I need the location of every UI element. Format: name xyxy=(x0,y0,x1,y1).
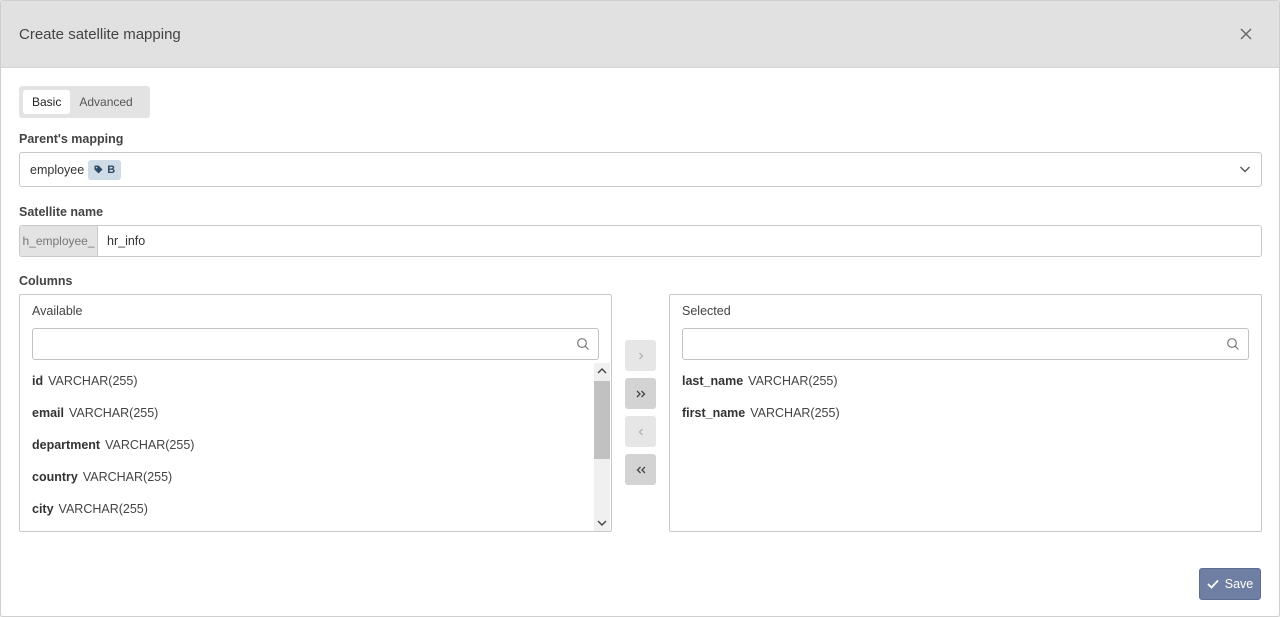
parent-mapping-select[interactable]: employee B xyxy=(19,152,1262,187)
list-item[interactable]: city VARCHAR(255) xyxy=(32,493,593,525)
column-name: email xyxy=(32,406,64,420)
tag-icon xyxy=(94,165,103,174)
column-type: VARCHAR(255) xyxy=(58,502,148,516)
list-item[interactable]: id VARCHAR(255) xyxy=(32,365,593,397)
column-type: VARCHAR(255) xyxy=(748,374,838,388)
column-type: VARCHAR(255) xyxy=(82,470,173,484)
move-all-right-button[interactable] xyxy=(625,378,656,409)
list-item[interactable]: email VARCHAR(255) xyxy=(32,397,593,429)
scrollbar-thumb[interactable] xyxy=(594,381,610,459)
search-icon xyxy=(577,338,589,350)
selected-search-input[interactable] xyxy=(682,328,1249,360)
satellite-name-input[interactable] xyxy=(98,226,1261,256)
selected-columns-panel: Selected last_name VARCHAR(255) first_na… xyxy=(669,294,1262,532)
list-item[interactable]: department VARCHAR(255) xyxy=(32,429,593,461)
column-name: department xyxy=(32,438,101,452)
scroll-down-icon[interactable] xyxy=(597,518,607,528)
satellite-name-group: h_employee_ xyxy=(19,225,1262,257)
columns-label: Columns xyxy=(19,274,73,288)
column-name: id xyxy=(32,374,44,388)
column-type: VARCHAR(255) xyxy=(105,438,195,452)
scroll-up-icon[interactable] xyxy=(597,366,607,376)
mapping-type-badge: B xyxy=(88,159,122,180)
chevron-down-icon xyxy=(1240,166,1250,173)
close-icon xyxy=(1240,28,1252,40)
column-name: city xyxy=(32,502,54,516)
mode-tabs: Basic Advanced xyxy=(19,86,150,118)
available-title: Available xyxy=(32,304,83,318)
check-icon xyxy=(1207,579,1219,589)
chevron-right-icon xyxy=(638,352,643,359)
available-search-input[interactable] xyxy=(32,328,599,360)
dialog-title: Create satellite mapping xyxy=(19,25,181,43)
column-type: VARCHAR(255) xyxy=(750,406,840,420)
tab-basic[interactable]: Basic xyxy=(23,90,71,114)
list-item[interactable]: first_name VARCHAR(255) xyxy=(682,397,1243,429)
badge-label: B xyxy=(107,163,116,176)
selected-list: last_name VARCHAR(255) first_name VARCHA… xyxy=(682,365,1243,429)
create-satellite-mapping-dialog: Create satellite mapping Basic Advanced … xyxy=(0,0,1280,617)
column-name: country xyxy=(32,470,78,484)
column-name: last_name xyxy=(682,374,744,388)
selected-title: Selected xyxy=(682,304,731,318)
double-chevron-left-icon xyxy=(636,466,645,473)
list-item[interactable]: country VARCHAR(255) xyxy=(32,461,593,493)
available-list: id VARCHAR(255) email VARCHAR(255) depar… xyxy=(32,365,593,525)
parent-mapping-label: Parent's mapping xyxy=(19,132,124,146)
move-all-left-button[interactable] xyxy=(625,454,656,485)
satellite-name-prefix: h_employee_ xyxy=(20,226,98,256)
parent-mapping-value: employee xyxy=(30,162,85,177)
search-icon xyxy=(1227,338,1239,350)
available-columns-panel: Available id VARCHAR(255) email VARCHAR(… xyxy=(19,294,612,532)
dialog-header: Create satellite mapping xyxy=(1,1,1279,68)
column-name: first_name xyxy=(682,406,746,420)
list-item[interactable]: last_name VARCHAR(255) xyxy=(682,365,1243,397)
satellite-name-label: Satellite name xyxy=(19,205,104,219)
move-right-button[interactable] xyxy=(625,340,656,371)
column-type: VARCHAR(255) xyxy=(68,406,159,420)
available-scrollbar[interactable] xyxy=(594,363,610,531)
move-left-button[interactable] xyxy=(625,416,656,447)
column-type: VARCHAR(255) xyxy=(48,374,138,388)
save-label: Save xyxy=(1224,577,1254,591)
tab-advanced[interactable]: Advanced xyxy=(70,90,141,114)
save-button[interactable]: Save xyxy=(1199,568,1261,600)
chevron-left-icon xyxy=(638,428,643,435)
close-button[interactable] xyxy=(1237,25,1255,43)
double-chevron-right-icon xyxy=(636,390,645,397)
